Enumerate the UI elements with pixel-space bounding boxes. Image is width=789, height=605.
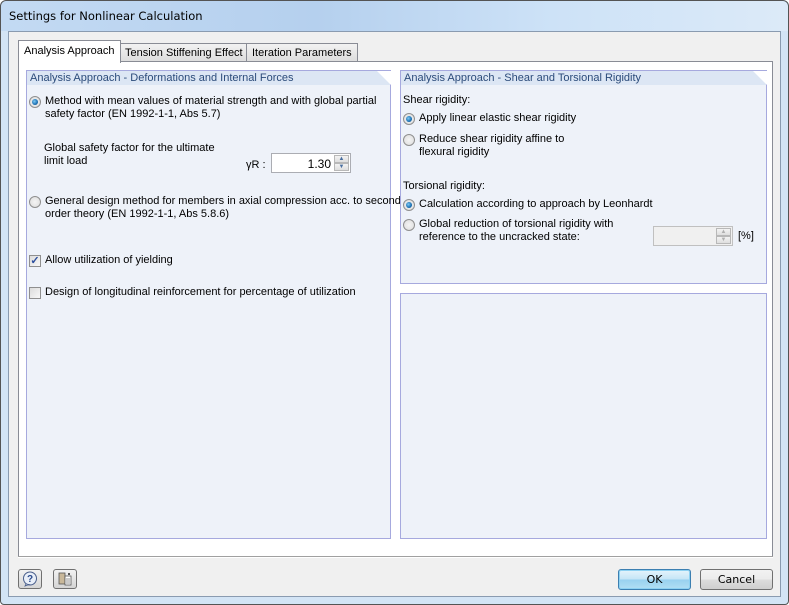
torsional-global-label-line2: reference to the uncracked state: [419, 231, 580, 243]
torsional-rigidity-heading: Torsional rigidity: [403, 180, 485, 193]
safety-factor-label: Global safety factor for the ultimate li… [44, 142, 215, 168]
safety-factor-label-line2: limit load [44, 155, 88, 167]
torsional-global-radio[interactable] [403, 219, 415, 231]
shear-linear-option[interactable]: Apply linear elastic shear rigidity [403, 112, 576, 125]
help-button[interactable]: ? [18, 569, 42, 589]
allow-yielding-label: Allow utilization of yielding [45, 254, 173, 266]
spin-up-icon[interactable]: ▲ [334, 155, 349, 163]
details-button[interactable] [53, 569, 77, 589]
help-icon: ? [23, 571, 37, 587]
shear-reduce-label-line1: Reduce shear rigidity affine to [419, 133, 565, 145]
dialog-client-area: Analysis Approach Tension Stiffening Eff… [8, 31, 781, 597]
gamma-r-symbol: γR : [246, 159, 266, 171]
torsional-rigidity-label: Torsional rigidity: [403, 180, 485, 192]
footer-separator [18, 556, 773, 558]
design-longitudinal-checkbox[interactable] [29, 287, 41, 299]
tab-page-analysis-approach: Analysis Approach - Deformations and Int… [18, 61, 773, 557]
torsional-reduction-spinner[interactable]: ▲ ▼ [653, 226, 733, 246]
allow-yielding-checkbox[interactable]: ✓ [29, 255, 41, 267]
torsional-leonhardt-radio[interactable] [403, 199, 415, 211]
tab-iteration-parameters[interactable]: Iteration Parameters [246, 43, 358, 62]
rigidity-panel-header: Analysis Approach - Shear and Torsional … [401, 71, 767, 85]
rigidity-panel: Analysis Approach - Shear and Torsional … [400, 70, 767, 284]
spin-up-icon[interactable]: ▲ [716, 228, 731, 236]
shear-reduce-label-line2: flexural rigidity [419, 146, 490, 158]
spin-down-icon[interactable]: ▼ [334, 163, 349, 171]
mean-values-radio[interactable] [29, 96, 41, 108]
general-design-radio[interactable] [29, 196, 41, 208]
general-design-label-line2: order theory (EN 1992-1-1, Abs 5.8.6) [45, 208, 230, 220]
shear-reduce-radio[interactable] [403, 134, 415, 146]
dialog-window: Settings for Nonlinear Calculation Analy… [0, 0, 789, 605]
title-bar[interactable]: Settings for Nonlinear Calculation [1, 1, 788, 31]
shear-rigidity-heading: Shear rigidity: [403, 94, 470, 107]
spin-down-icon[interactable]: ▼ [716, 236, 731, 244]
torsional-leonhardt-label: Calculation according to approach by Leo… [419, 198, 653, 210]
shear-linear-radio[interactable] [403, 113, 415, 125]
shear-reduce-option[interactable]: Reduce shear rigidity affine to flexural… [403, 133, 564, 159]
safety-factor-spinner[interactable]: 1.30 ▲ ▼ [271, 153, 351, 173]
general-design-label-line1: General design method for members in axi… [45, 195, 401, 207]
tab-analysis-approach[interactable]: Analysis Approach [18, 40, 121, 63]
tab-tension-stiffening-effect[interactable]: Tension Stiffening Effect [119, 43, 249, 62]
torsional-leonhardt-option[interactable]: Calculation according to approach by Leo… [403, 198, 653, 211]
shear-linear-label: Apply linear elastic shear rigidity [419, 112, 577, 124]
design-longitudinal-label: Design of longitudinal reinforcement for… [45, 286, 356, 298]
design-longitudinal-option[interactable]: Design of longitudinal reinforcement for… [29, 286, 356, 299]
svg-text:?: ? [27, 574, 33, 585]
torsional-global-option[interactable]: Global reduction of torsional rigidity w… [403, 218, 613, 244]
torsional-global-label-line1: Global reduction of torsional rigidity w… [419, 218, 614, 230]
percent-unit: [%] [738, 230, 754, 242]
safety-factor-label-line1: Global safety factor for the ultimate [44, 142, 215, 154]
window-title: Settings for Nonlinear Calculation [9, 9, 203, 23]
mean-values-label-line2: safety factor (EN 1992-1-1, Abs 5.7) [45, 108, 221, 120]
empty-info-panel [400, 293, 767, 539]
deformations-panel-header: Analysis Approach - Deformations and Int… [27, 71, 391, 85]
cancel-button[interactable]: Cancel [700, 569, 773, 590]
allow-yielding-option[interactable]: ✓ Allow utilization of yielding [29, 254, 173, 267]
deformations-panel: Analysis Approach - Deformations and Int… [26, 70, 401, 539]
mean-values-label-line1: Method with mean values of material stre… [45, 95, 377, 107]
general-design-option[interactable]: General design method for members in axi… [29, 195, 401, 221]
ok-button[interactable]: OK [618, 569, 691, 590]
mean-values-option[interactable]: Method with mean values of material stre… [29, 95, 376, 121]
details-icon [58, 572, 72, 586]
safety-factor-value[interactable]: 1.30 [308, 157, 331, 171]
shear-rigidity-label: Shear rigidity: [403, 94, 471, 106]
